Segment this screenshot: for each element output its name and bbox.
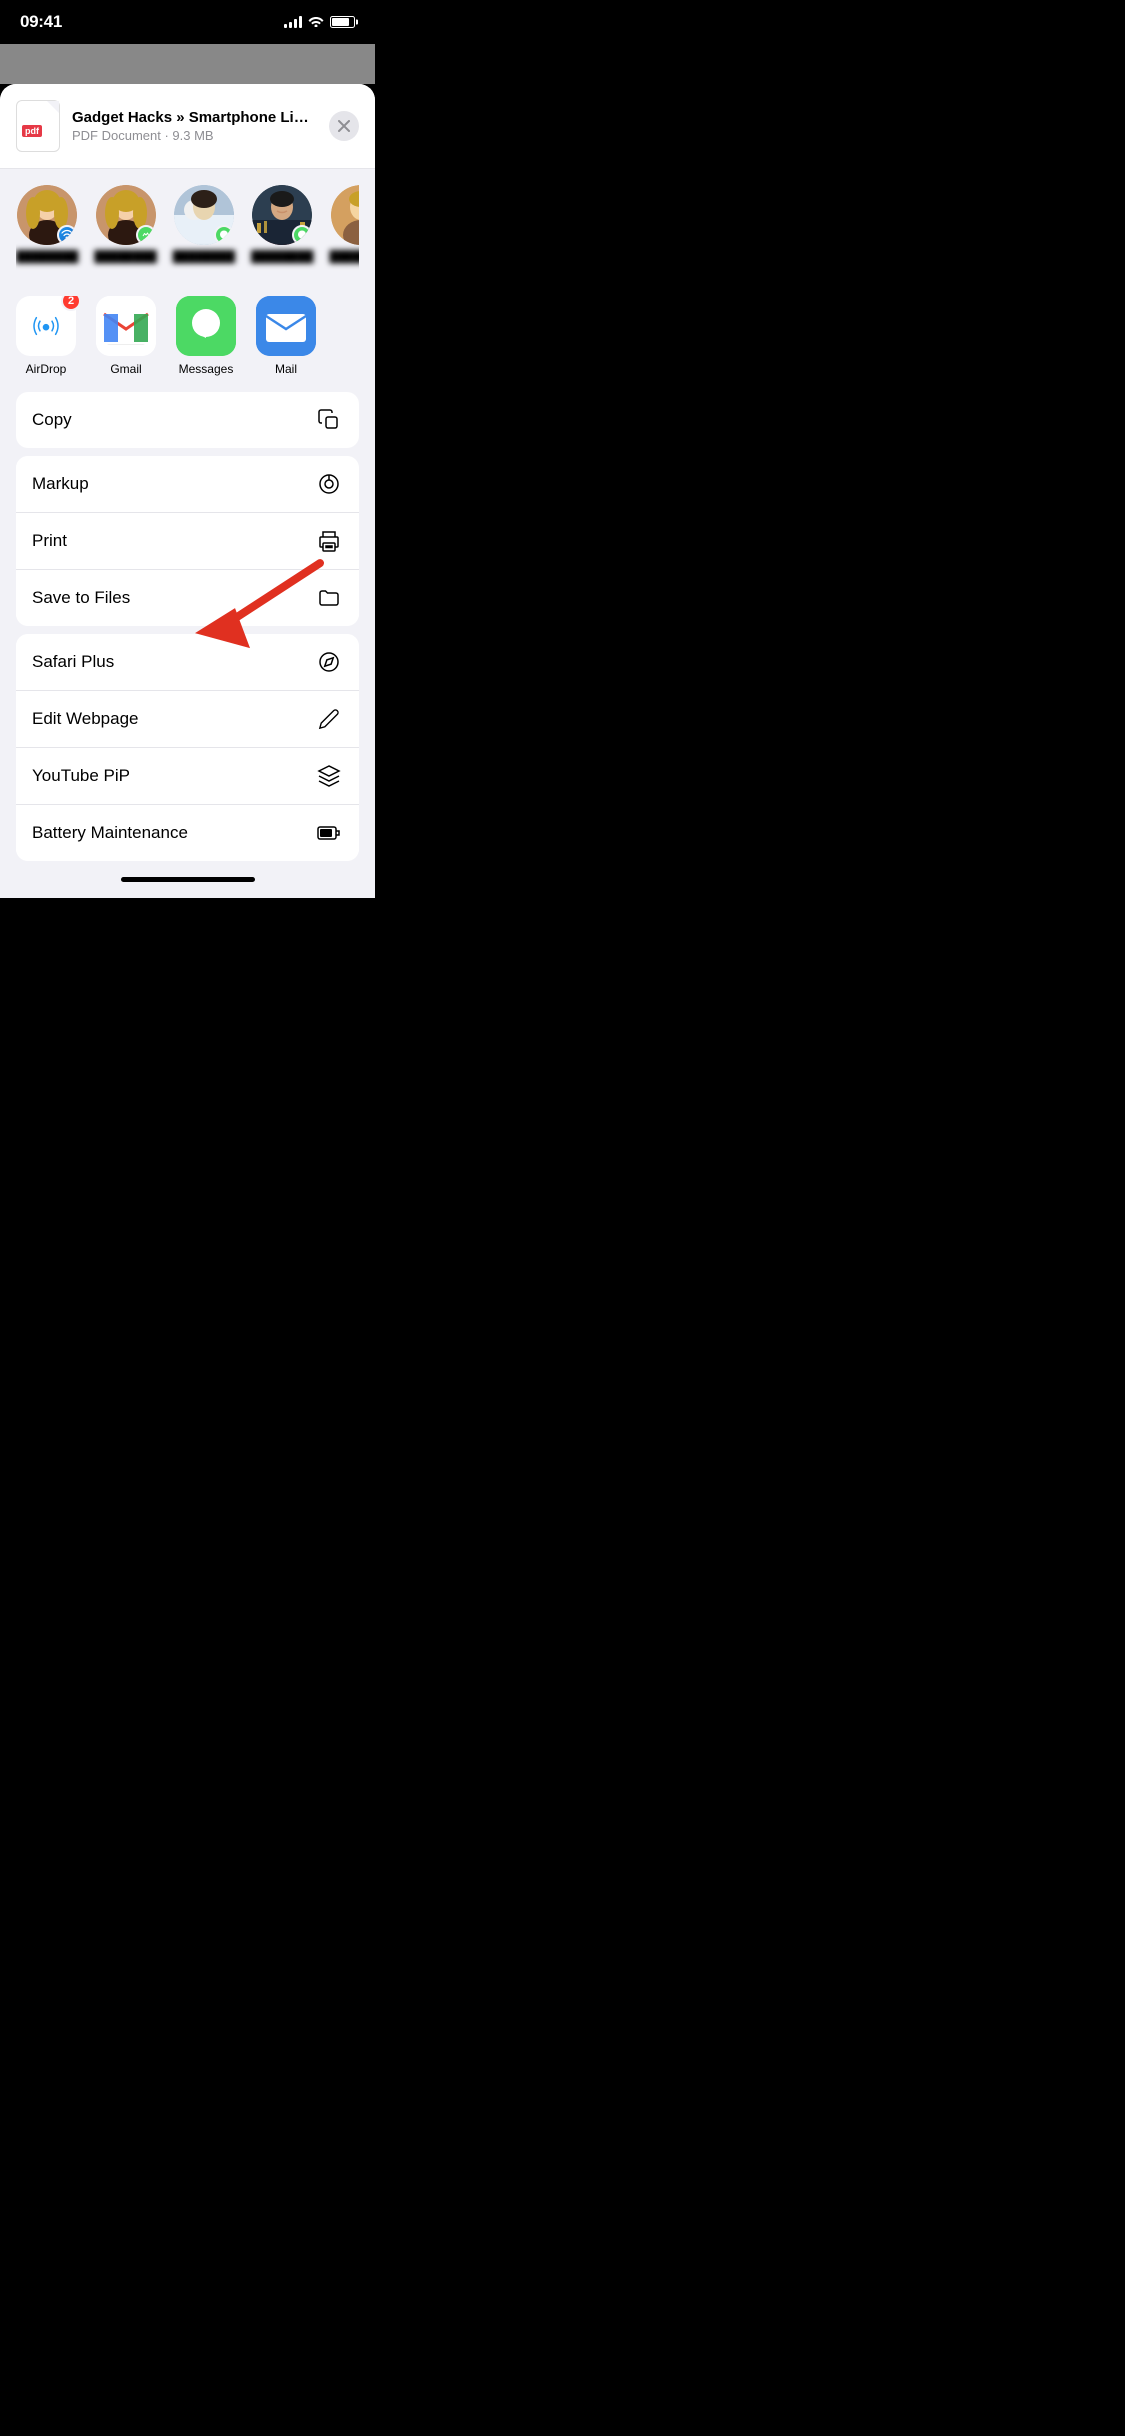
contacts-section: ████████ <box>0 169 375 280</box>
action-item-copy[interactable]: Copy <box>16 392 359 448</box>
status-bar: 09:41 <box>0 0 375 44</box>
copy-icon <box>315 406 343 434</box>
file-info: Gadget Hacks » Smartphone Lifehacks, G..… <box>72 109 317 143</box>
pdf-label: pdf <box>22 125 42 137</box>
contact-item-4[interactable]: ████████ <box>251 185 313 264</box>
contacts-scroll[interactable]: ████████ <box>16 185 359 272</box>
background-dim <box>0 44 375 84</box>
mail-label: Mail <box>275 362 297 376</box>
action-list: Copy Markup <box>0 392 375 861</box>
markup-icon <box>315 470 343 498</box>
airdrop-label: AirDrop <box>26 362 67 376</box>
folder-icon <box>315 584 343 612</box>
app-item-airdrop[interactable]: 2 AirDrop <box>16 296 76 376</box>
app-item-messages[interactable]: Messages <box>176 296 236 376</box>
action-item-save-to-files[interactable]: Save to Files <box>16 570 359 626</box>
action-label-safari-plus: Safari Plus <box>32 652 114 672</box>
action-label-copy: Copy <box>32 410 72 430</box>
compass-icon <box>315 648 343 676</box>
app-item-mail[interactable]: Mail <box>256 296 316 376</box>
contact-avatar-1 <box>17 185 77 245</box>
signal-icon <box>284 16 302 28</box>
contact-name-4: ████████ <box>251 251 313 264</box>
contact-avatar-5 <box>331 185 359 245</box>
action-item-safari-plus[interactable]: Safari Plus <box>16 634 359 691</box>
contact-badge-airdrop <box>57 225 77 245</box>
contact-badge-messages <box>136 225 156 245</box>
close-button[interactable] <box>329 111 359 141</box>
contact-avatar-4 <box>252 185 312 245</box>
file-meta: PDF Document · 9.3 MB <box>72 128 317 143</box>
action-item-youtube-pip[interactable]: YouTube PiP <box>16 748 359 805</box>
contact-name-3: ████████ <box>173 251 235 264</box>
status-icons <box>284 14 355 30</box>
contact-badge-messages-3 <box>214 225 234 245</box>
contact-name-1: ████████ <box>16 251 78 264</box>
action-item-markup[interactable]: Markup <box>16 456 359 513</box>
action-group-safari-edit-youtube-battery: Safari Plus Edit Webpage YouTube PiP <box>16 634 359 861</box>
contact-avatar-3 <box>174 185 234 245</box>
action-item-battery-maintenance[interactable]: Battery Maintenance <box>16 805 359 861</box>
gmail-label: Gmail <box>110 362 141 376</box>
pdf-icon: pdf <box>16 100 60 152</box>
contact-avatar-2 <box>96 185 156 245</box>
file-title: Gadget Hacks » Smartphone Lifehacks, G..… <box>72 109 312 126</box>
gmail-icon <box>96 296 156 356</box>
action-label-battery-maintenance: Battery Maintenance <box>32 823 188 843</box>
messages-label: Messages <box>179 362 234 376</box>
action-item-edit-webpage[interactable]: Edit Webpage <box>16 691 359 748</box>
app-item-gmail[interactable]: Gmail <box>96 296 156 376</box>
action-group-markup-print-save: Markup Print <box>16 456 359 626</box>
layers-icon <box>315 762 343 790</box>
battery-maintenance-icon <box>315 819 343 847</box>
action-label-save-to-files: Save to Files <box>32 588 130 608</box>
contact-item-3[interactable]: ████████ <box>173 185 235 264</box>
contact-badge-messages-4 <box>292 225 312 245</box>
contact-item-5[interactable]: ████████ <box>329 185 359 264</box>
contact-item-1[interactable]: ████████ <box>16 185 78 264</box>
pencil-icon <box>315 705 343 733</box>
home-bar <box>121 877 255 882</box>
airdrop-badge: 2 <box>61 296 81 311</box>
mail-icon <box>256 296 316 356</box>
messages-icon <box>176 296 236 356</box>
print-icon <box>315 527 343 555</box>
file-preview-header: pdf Gadget Hacks » Smartphone Lifehacks,… <box>0 84 375 169</box>
action-label-youtube-pip: YouTube PiP <box>32 766 130 786</box>
wifi-icon <box>308 14 324 30</box>
action-label-markup: Markup <box>32 474 89 494</box>
home-indicator <box>0 869 375 898</box>
action-label-edit-webpage: Edit Webpage <box>32 709 138 729</box>
action-label-print: Print <box>32 531 67 551</box>
share-sheet: pdf Gadget Hacks » Smartphone Lifehacks,… <box>0 84 375 898</box>
action-item-print[interactable]: Print <box>16 513 359 570</box>
contact-name-5: ████████ <box>329 251 359 264</box>
action-group-copy: Copy <box>16 392 359 448</box>
apps-section: 2 AirDrop <box>0 280 375 392</box>
battery-icon <box>330 16 355 28</box>
contact-item-2[interactable]: ████████ <box>94 185 156 264</box>
apps-scroll[interactable]: 2 AirDrop <box>16 296 359 376</box>
status-time: 09:41 <box>20 12 62 32</box>
close-icon <box>338 120 350 132</box>
contact-name-2: ████████ <box>94 251 156 264</box>
